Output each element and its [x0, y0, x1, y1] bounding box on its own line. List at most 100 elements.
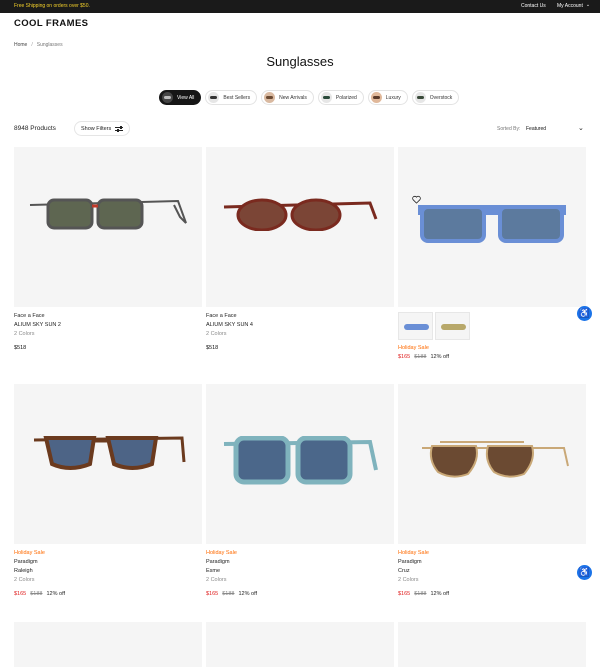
page-title: Sunglasses [266, 54, 334, 69]
avatar-thumb-icon [264, 92, 276, 103]
swatch-glasses-icon [441, 324, 466, 330]
product-image[interactable] [14, 147, 202, 307]
product-colors: 2 Colors [14, 331, 35, 337]
product-model[interactable]: Esme [206, 567, 394, 576]
sale-price: $165 [206, 591, 219, 597]
chevron-down-icon: ⌄ [585, 2, 591, 8]
original-price: $188 [414, 591, 427, 597]
product-card[interactable]: Face a Face ALIUM SKY SUN 4 2 Colors $51… [206, 147, 394, 353]
color-swatch[interactable] [435, 312, 470, 340]
product-price: $518 [206, 345, 219, 351]
product-colors: 2 Colors [206, 331, 227, 337]
original-price: $188 [30, 591, 43, 597]
sunglasses-image [223, 198, 378, 231]
breadcrumb-current: Sunglasses [36, 42, 63, 48]
swatch-glasses-icon [404, 324, 429, 330]
chip-new-arrivals[interactable]: New Arrivals [261, 90, 314, 105]
product-brand[interactable]: Face a Face [14, 312, 202, 321]
sliders-icon [115, 125, 124, 132]
sunglasses-thumb-icon [208, 92, 220, 103]
chip-label: Luxury [385, 94, 401, 101]
product-brand[interactable]: Paradigm [14, 558, 202, 567]
sale-price: $165 [398, 591, 411, 597]
avatar-thumb-icon [370, 92, 382, 103]
product-count: 8948 Products [14, 125, 56, 132]
show-filters-label: Show Filters [81, 125, 112, 132]
category-chips: View All Best Sellers New Arrivals Polar… [159, 90, 460, 106]
chip-best-sellers[interactable]: Best Sellers [205, 90, 258, 105]
show-filters-button[interactable]: Show Filters [74, 121, 131, 136]
product-model[interactable]: Raleigh [14, 567, 202, 576]
sort-select[interactable]: Featured [526, 126, 546, 132]
discount-label: 12% off [430, 354, 450, 360]
product-image[interactable] [14, 622, 202, 667]
shipping-promo: Free Shipping on orders over $50. [14, 3, 90, 9]
breadcrumb-home[interactable]: Home [14, 42, 27, 48]
product-card[interactable]: Holiday Sale $165 $188 12% off [398, 147, 586, 362]
chip-label: Overstock [429, 94, 453, 101]
chip-luxury[interactable]: Luxury [367, 90, 408, 105]
product-card[interactable]: Holiday Sale Paradigm Raleigh 2 Colors $… [14, 384, 202, 599]
my-account-label: My Account [557, 3, 583, 9]
product-colors: 2 Colors [206, 577, 227, 583]
product-model[interactable]: Cruz [398, 567, 586, 576]
my-account-menu[interactable]: My Account ⌄ [557, 2, 591, 9]
site-logo[interactable]: COOL FRAMES [14, 18, 88, 29]
discount-label: 12% off [238, 591, 258, 597]
product-brand[interactable]: Face a Face [206, 312, 394, 321]
product-model[interactable]: ALIUM SKY SUN 2 [14, 321, 202, 330]
sale-badge: Holiday Sale [398, 550, 429, 556]
accessibility-icon: ♿ [578, 567, 591, 577]
product-card[interactable]: Holiday Sale Paradigm Cruz 2 Colors $165… [398, 384, 586, 599]
chip-label: View All [177, 94, 195, 101]
sort-label: Sorted By: [497, 126, 521, 132]
product-colors: 2 Colors [398, 577, 419, 583]
sale-badge: Holiday Sale [206, 550, 237, 556]
chip-view-all[interactable]: View All [159, 90, 202, 105]
sunglasses-image [33, 436, 186, 470]
original-price: $188 [414, 354, 427, 360]
product-image[interactable] [206, 622, 394, 667]
heart-icon[interactable] [412, 195, 421, 204]
sunglasses-image [418, 205, 566, 243]
contact-us-link[interactable]: Contact Us [521, 3, 546, 9]
chevron-down-icon[interactable]: ⌄ [578, 124, 584, 132]
chip-label: Best Sellers [223, 94, 251, 101]
breadcrumb: Home / Sunglasses [14, 42, 63, 48]
accessibility-button[interactable]: ♿ [577, 306, 592, 321]
sunglasses-thumb-icon [414, 92, 426, 103]
sunglasses-image [223, 436, 378, 485]
sunglasses-image [29, 198, 187, 230]
product-brand[interactable]: Paradigm [398, 558, 586, 567]
chip-overstock[interactable]: Overstock [411, 90, 460, 105]
top-bar: Free Shipping on orders over $50. Contac… [0, 0, 600, 13]
sunglasses-thumb-icon [162, 92, 173, 103]
product-image[interactable] [398, 147, 586, 307]
product-model[interactable]: ALIUM SKY SUN 4 [206, 321, 394, 330]
product-image[interactable] [398, 622, 586, 667]
accessibility-button[interactable]: ♿ [577, 565, 592, 580]
chip-polarized[interactable]: Polarized [317, 90, 364, 105]
chip-label: New Arrivals [279, 94, 307, 101]
color-swatch[interactable] [398, 312, 433, 340]
sunglasses-image [422, 441, 569, 478]
breadcrumb-separator: / [31, 42, 33, 48]
sunglasses-thumb-icon [320, 92, 332, 103]
product-image[interactable] [398, 384, 586, 544]
product-image[interactable] [206, 147, 394, 307]
original-price: $188 [222, 591, 235, 597]
product-image[interactable] [206, 384, 394, 544]
sale-badge: Holiday Sale [398, 345, 429, 351]
sale-price: $165 [398, 354, 411, 360]
discount-label: 12% off [430, 591, 450, 597]
product-card[interactable]: Holiday Sale Paradigm Esme 2 Colors $165… [206, 384, 394, 599]
product-image[interactable] [14, 384, 202, 544]
product-card[interactable]: Face a Face ALIUM SKY SUN 2 2 Colors $51… [14, 147, 202, 353]
sale-badge: Holiday Sale [14, 550, 45, 556]
sale-price: $165 [14, 591, 27, 597]
chip-label: Polarized [335, 94, 357, 101]
accessibility-icon: ♿ [578, 308, 591, 318]
product-brand[interactable]: Paradigm [206, 558, 394, 567]
discount-label: 12% off [46, 591, 66, 597]
product-price: $518 [14, 345, 27, 351]
